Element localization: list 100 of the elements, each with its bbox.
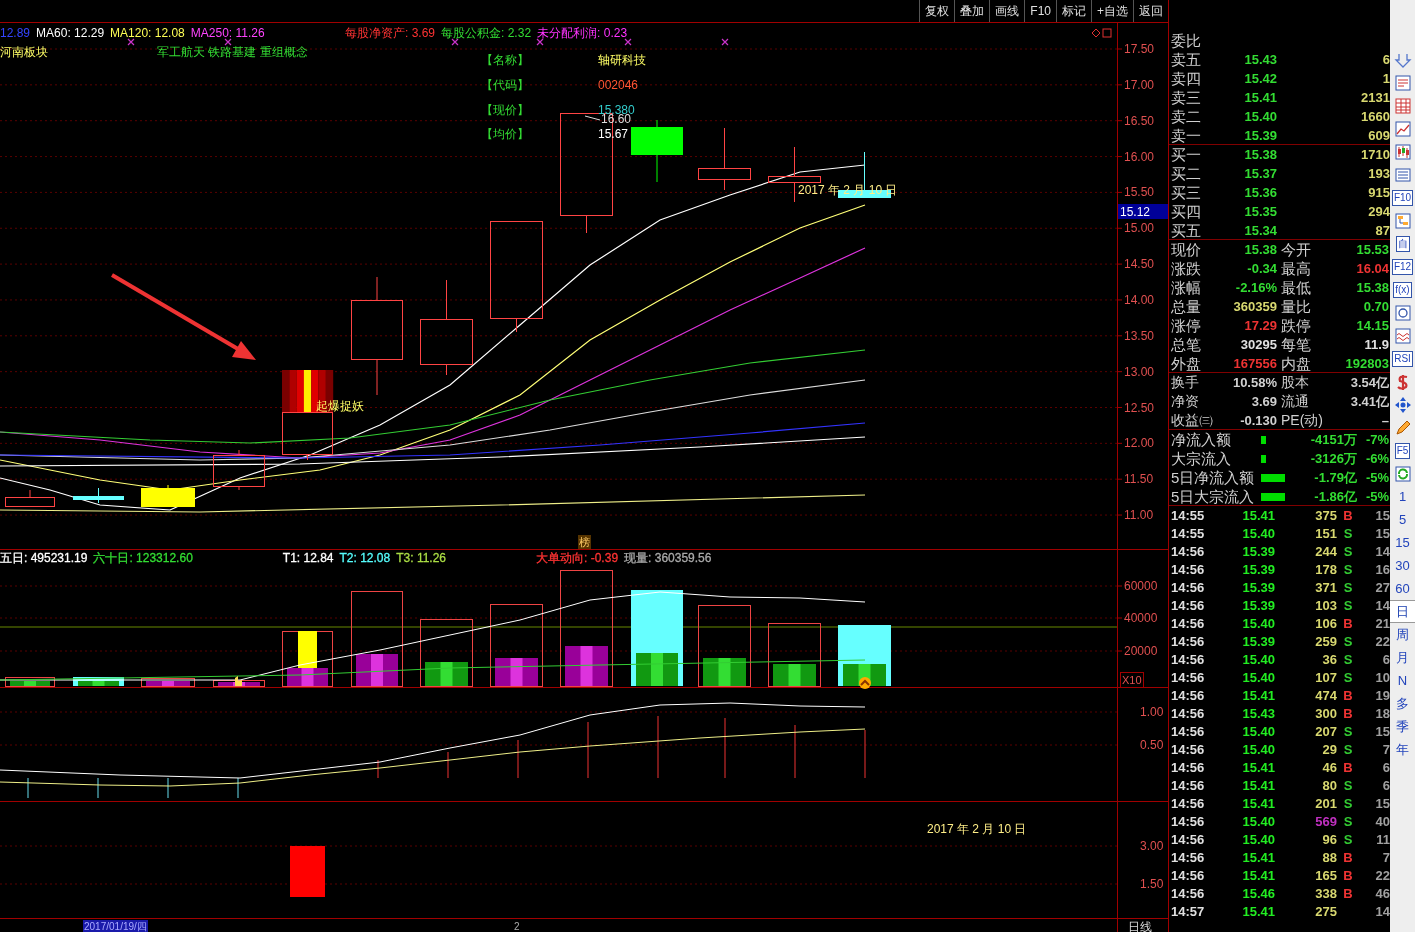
period-tab[interactable]: 月 (1390, 646, 1415, 669)
axis-label: 20000 (1124, 644, 1158, 658)
period-tab[interactable]: 60 (1390, 577, 1415, 600)
tick-side: S (1342, 543, 1354, 561)
tick-count: 22 (1374, 633, 1390, 651)
tick-count: 6 (1381, 759, 1390, 777)
tick-volume: 244 (1314, 543, 1337, 561)
refresh-icon[interactable] (1393, 464, 1412, 483)
order-price: 15.43 (1243, 51, 1277, 69)
axis-label: 11.00 (1124, 508, 1154, 523)
tick-count: 21 (1374, 615, 1390, 633)
legend-value: T3: 11.26 (396, 551, 447, 565)
period-tab[interactable]: 1 (1390, 485, 1415, 508)
stat-label: PE(动) (1280, 411, 1323, 431)
period-tab[interactable]: 周 (1390, 623, 1415, 646)
stat-value: 14.15 (1355, 317, 1389, 335)
sector-label: 河南板块 (0, 45, 48, 59)
tick-side: B (1342, 507, 1354, 525)
candlestick-icon[interactable] (1393, 142, 1412, 161)
indicator-bar (167, 777, 169, 799)
signal-label: 起爆捉妖 (316, 399, 364, 413)
indicator-bar (237, 777, 239, 799)
indicator-bar (724, 717, 726, 779)
tick-count: 6 (1381, 651, 1390, 669)
tick-volume: 275 (1314, 903, 1337, 921)
flow-value: -4151万 (1309, 431, 1357, 449)
tick-price: 15.41 (1241, 507, 1275, 525)
fundamental-value: 每股净资产: 3.69 (345, 26, 436, 40)
stat-value: 15.53 (1355, 241, 1389, 259)
tick-volume: 338 (1314, 885, 1337, 903)
legend-value: 六十日: 123312.60 (93, 551, 193, 565)
stat-label: 总笔 (1170, 335, 1202, 355)
hand-icon (235, 676, 242, 686)
tick-side: B (1342, 687, 1354, 705)
tick-volume: 151 (1314, 525, 1337, 543)
tick-time: 14:56 (1170, 597, 1206, 615)
table-icon[interactable] (1393, 96, 1412, 115)
axis-label: 0.50 (1140, 738, 1164, 752)
flow-percent: -5% (1364, 469, 1389, 487)
axis-label: 1.50 (1140, 877, 1164, 891)
tick-time: 14:56 (1170, 777, 1206, 795)
period-tab[interactable]: 日 (1390, 600, 1415, 623)
tick-volume: 80 (1321, 777, 1337, 795)
tick-time: 14:56 (1170, 813, 1206, 831)
tick-count: 46 (1374, 885, 1390, 903)
period-tab[interactable]: 15 (1390, 531, 1415, 554)
period-tab[interactable]: N (1390, 669, 1415, 692)
flow-bar (1261, 473, 1285, 482)
period-tab[interactable]: 多 (1390, 692, 1415, 715)
tick-price: 15.41 (1241, 867, 1275, 885)
move-arrows-icon[interactable] (1393, 395, 1412, 414)
tick-side: S (1342, 669, 1354, 687)
order-volume: 609 (1367, 127, 1390, 145)
tick-count: 10 (1374, 669, 1390, 687)
list-icon[interactable] (1393, 165, 1412, 184)
tick-volume: 259 (1314, 633, 1337, 651)
candlestick (698, 127, 751, 191)
period-tab[interactable]: 年 (1390, 738, 1415, 761)
tick-volume: 46 (1321, 759, 1337, 777)
tick-time: 14:55 (1170, 525, 1206, 543)
flow-label: 5日大宗流入 (1170, 487, 1256, 507)
tick-side: S (1342, 723, 1354, 741)
tool-button[interactable]: RSI (1392, 350, 1413, 367)
tool-button[interactable]: F12 (1391, 258, 1414, 275)
tool-button[interactable]: F10 (1391, 189, 1414, 206)
order-volume: 1660 (1360, 108, 1390, 126)
tool-button[interactable]: 自 (1395, 235, 1410, 252)
tick-volume: 103 (1314, 597, 1337, 615)
tool-button[interactable]: f(x) (1393, 281, 1412, 298)
tick-side: B (1342, 867, 1354, 885)
flow-bar (1261, 492, 1285, 501)
tree-icon[interactable] (1393, 211, 1412, 230)
line-chart-icon[interactable] (1393, 119, 1412, 138)
tick-volume: 36 (1321, 651, 1337, 669)
order-price: 15.37 (1243, 165, 1277, 183)
tick-count: 19 (1374, 687, 1390, 705)
tick-volume: 106 (1314, 615, 1337, 633)
stat-label: 今开 (1280, 240, 1312, 260)
pencil-icon[interactable] (1393, 418, 1412, 437)
stat-label: 内盘 (1280, 354, 1312, 374)
period-tab[interactable]: 5 (1390, 508, 1415, 531)
tick-time: 14:57 (1170, 903, 1206, 921)
info-label: 【名称】 (481, 53, 529, 67)
period-tab[interactable]: 30 (1390, 554, 1415, 577)
tick-time: 14:56 (1170, 885, 1206, 903)
axis-label: 17.00 (1124, 77, 1155, 92)
wave-icon[interactable] (1393, 326, 1412, 345)
tool-button[interactable]: F5 (1394, 442, 1411, 459)
tick-side: S (1342, 741, 1354, 759)
period-tab[interactable]: 季 (1390, 715, 1415, 738)
indicator-bar (517, 739, 519, 779)
order-volume: 1710 (1360, 146, 1390, 164)
flow-percent: -7% (1364, 431, 1389, 449)
stat-value: 167556 (1232, 355, 1277, 373)
order-book-label: 买二 (1170, 164, 1202, 184)
tick-volume: 300 (1314, 705, 1337, 723)
legend-value: 五日: 495231.19 (0, 551, 88, 565)
checklist-icon[interactable] (1393, 73, 1412, 92)
tick-side: S (1342, 579, 1354, 597)
order-book-label: 卖二 (1170, 107, 1202, 127)
